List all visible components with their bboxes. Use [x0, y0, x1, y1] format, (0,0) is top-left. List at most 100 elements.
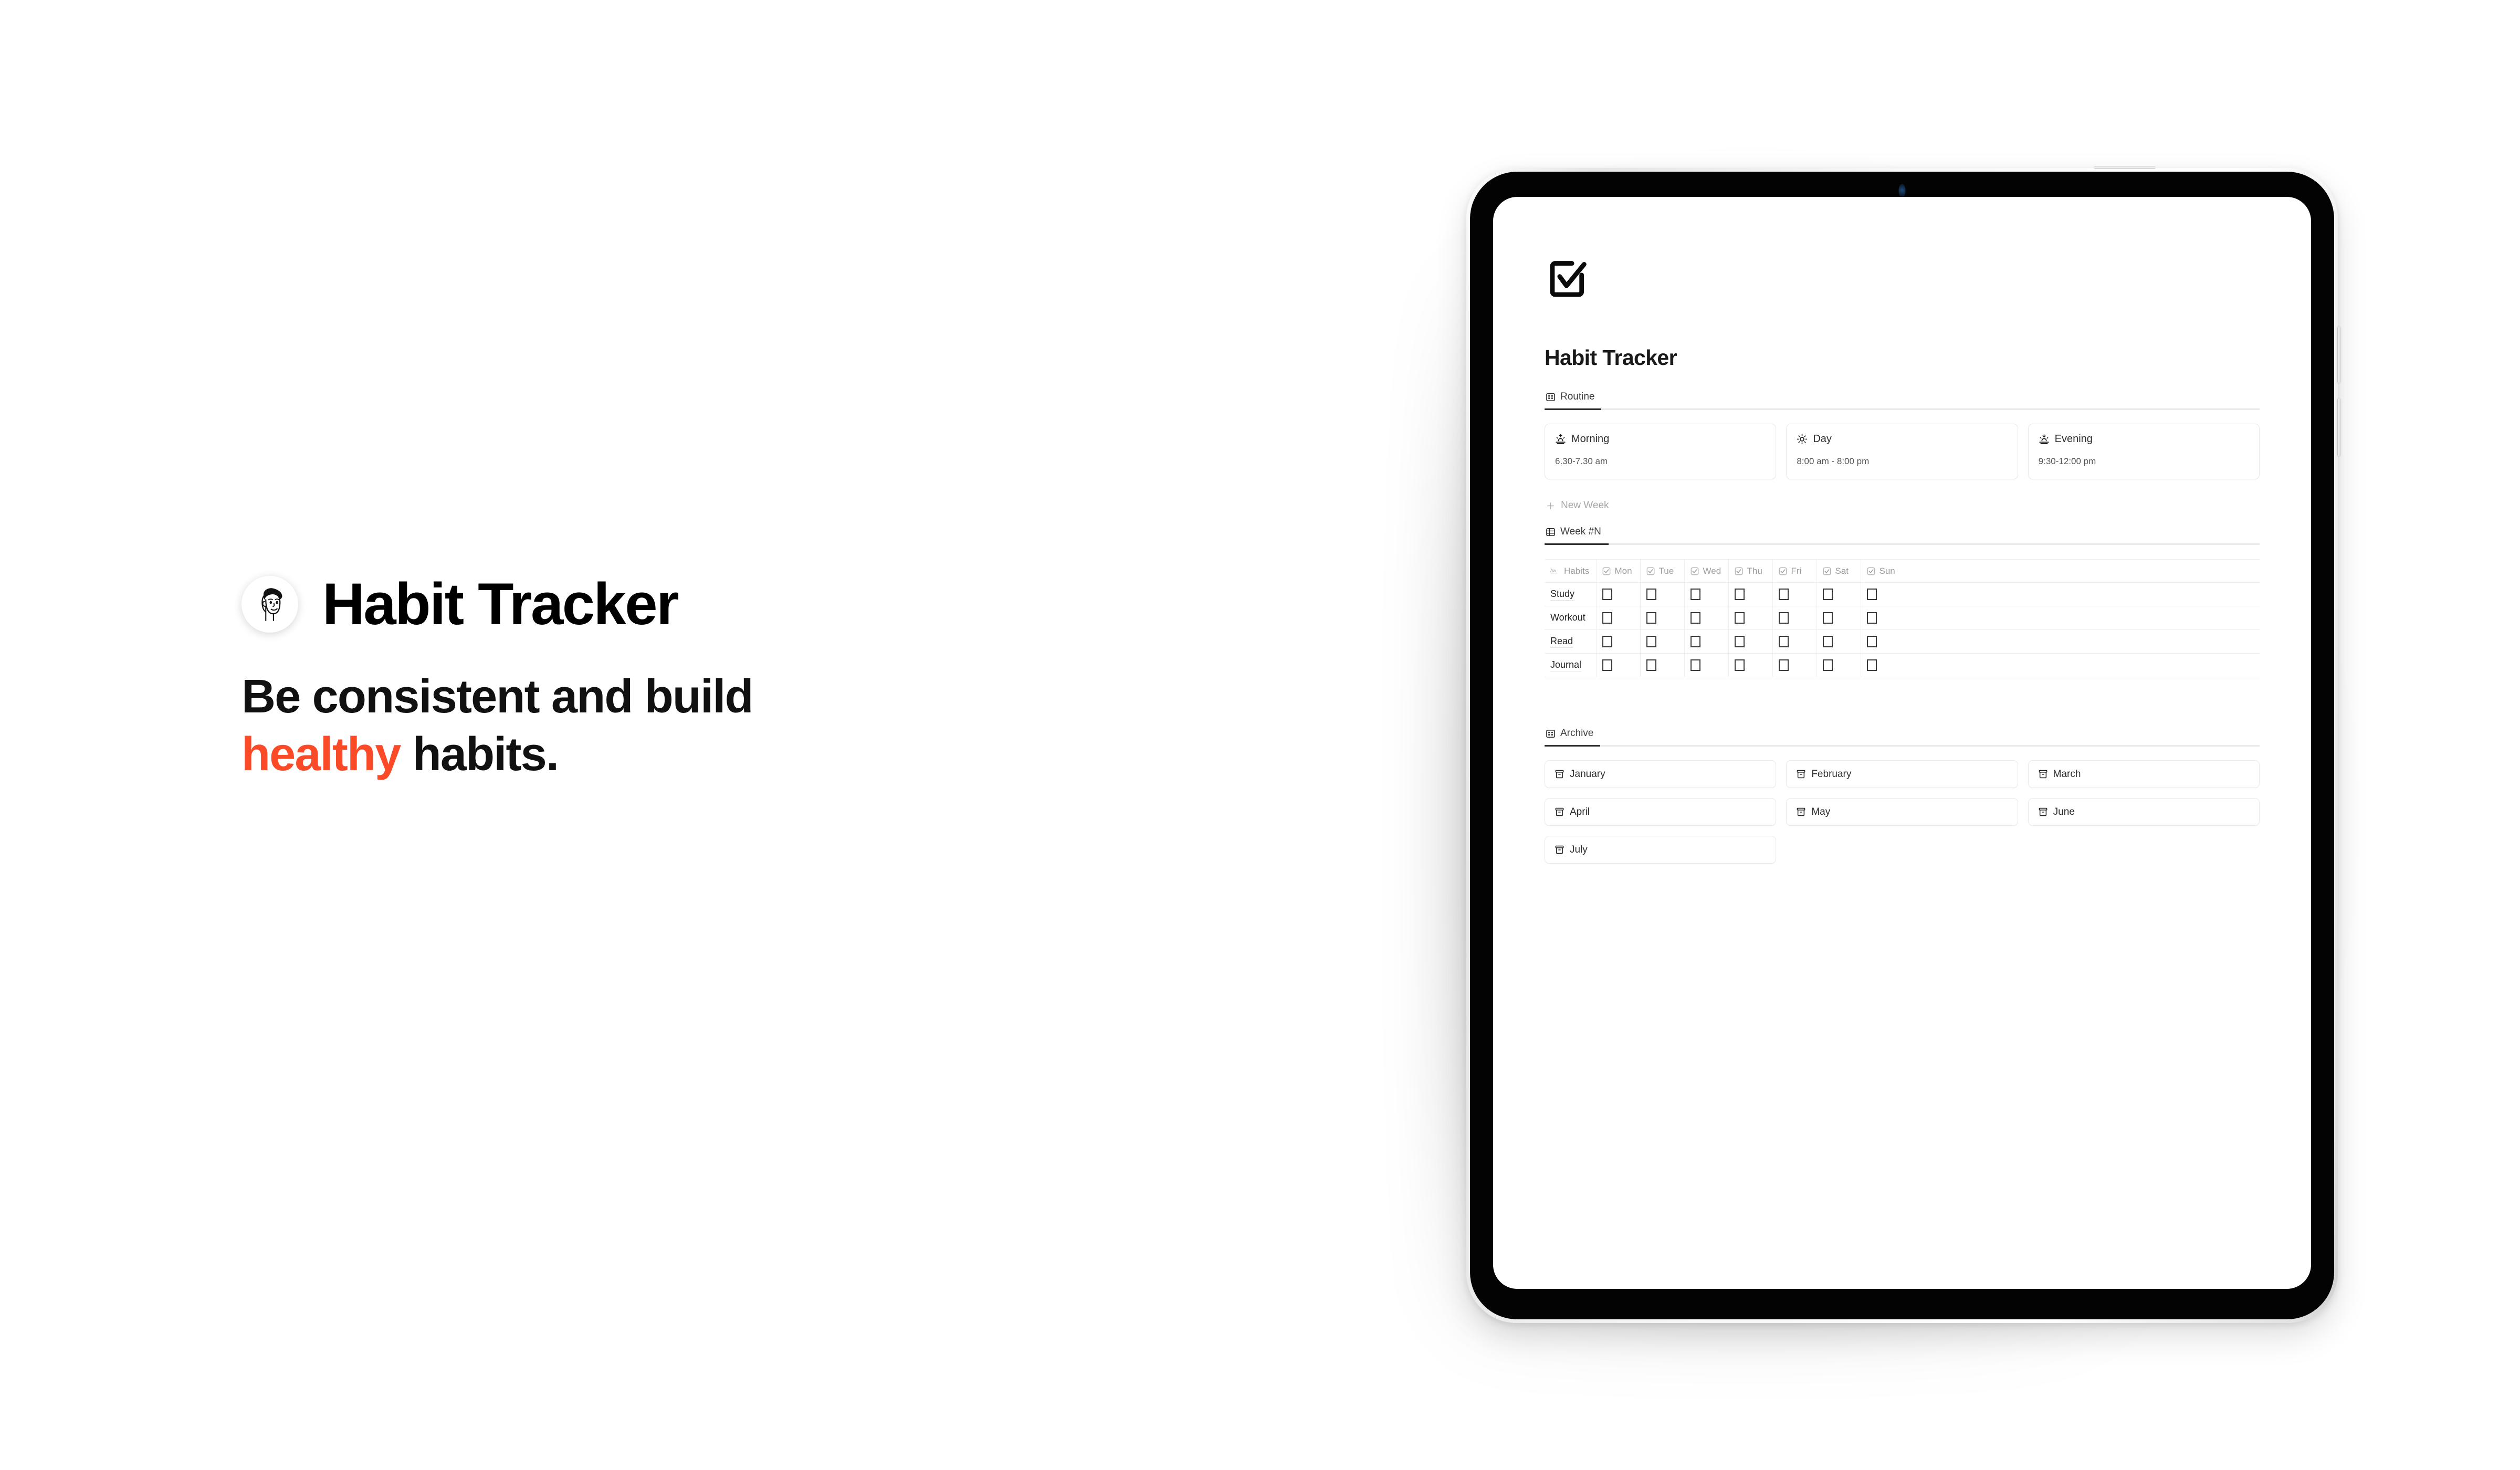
habit-check-cell[interactable]: [1728, 582, 1773, 606]
habit-name-cell[interactable]: Journal: [1545, 653, 1597, 677]
archive-card-march[interactable]: March: [2028, 760, 2260, 788]
habit-check-cell[interactable]: [1684, 582, 1729, 606]
column-header-wed[interactable]: Wed: [1684, 559, 1729, 583]
habit-check-cell[interactable]: [1861, 606, 2260, 630]
checkbox-unchecked-icon[interactable]: [1690, 589, 1700, 600]
habit-check-cell[interactable]: [1684, 629, 1729, 654]
habit-check-cell[interactable]: [1816, 629, 1861, 654]
habit-check-cell[interactable]: [1684, 606, 1729, 630]
habit-name-cell[interactable]: Read: [1545, 629, 1597, 654]
column-header-mon[interactable]: Mon: [1596, 559, 1641, 583]
checkbox-unchecked-icon[interactable]: [1734, 589, 1745, 600]
checkbox-unchecked-icon[interactable]: [1866, 612, 1877, 624]
habit-check-cell[interactable]: [1816, 606, 1861, 630]
routine-tab-row: Routine: [1545, 391, 2260, 408]
checkbox-unchecked-icon[interactable]: [1822, 589, 1833, 600]
archive-card-label: January: [1570, 768, 1605, 780]
habit-check-cell[interactable]: [1640, 629, 1685, 654]
checkbox-unchecked-icon[interactable]: [1866, 589, 1877, 600]
archive-card-july[interactable]: July: [1545, 836, 1777, 864]
tab-archive[interactable]: Archive: [1545, 728, 1595, 745]
checkbox-unchecked-icon[interactable]: [1778, 589, 1789, 600]
habit-check-cell[interactable]: [1728, 653, 1773, 677]
checkbox-unchecked-icon[interactable]: [1778, 636, 1789, 647]
checkbox-unchecked-icon[interactable]: [1646, 636, 1656, 647]
archive-tab-row: Archive: [1545, 728, 2260, 745]
checkbox-unchecked-icon[interactable]: [1822, 612, 1833, 624]
tablet-screen: Habit Tracker Routine Morning 6.30-7.30 …: [1493, 197, 2311, 1289]
routine-card-evening[interactable]: Evening 9:30-12:00 pm: [2028, 424, 2260, 479]
checkbox-unchecked-icon[interactable]: [1822, 636, 1833, 647]
habit-check-cell[interactable]: [1596, 582, 1641, 606]
habit-check-cell[interactable]: [1772, 606, 1817, 630]
habit-check-cell[interactable]: [1684, 653, 1729, 677]
habit-check-cell[interactable]: [1861, 653, 2260, 677]
tab-routine[interactable]: Routine: [1545, 391, 1597, 408]
habit-check-cell[interactable]: [1728, 629, 1773, 654]
week-tab-row: Week #N: [1545, 526, 2260, 543]
checkbox-unchecked-icon[interactable]: [1602, 589, 1612, 600]
promo-subtitle-accent: healthy: [242, 728, 401, 781]
checkbox-unchecked-icon[interactable]: [1734, 636, 1745, 647]
archive-card-april[interactable]: April: [1545, 798, 1777, 826]
routine-cards: Morning 6.30-7.30 am Day 8:00 am - 8:00 …: [1545, 424, 2260, 479]
habit-check-cell[interactable]: [1596, 629, 1641, 654]
column-header-tue[interactable]: Tue: [1640, 559, 1685, 583]
table-row: Study: [1545, 582, 2260, 606]
routine-card-time: 8:00 am - 8:00 pm: [1797, 456, 1870, 466]
archive-card-may[interactable]: May: [1786, 798, 2018, 826]
routine-card-morning[interactable]: Morning 6.30-7.30 am: [1545, 424, 1777, 479]
column-header-habits[interactable]: Aa Habits: [1545, 559, 1597, 583]
habit-check-cell[interactable]: [1728, 606, 1773, 630]
checkbox-unchecked-icon[interactable]: [1734, 659, 1745, 671]
habit-check-cell[interactable]: [1596, 606, 1641, 630]
archive-box-icon: [1797, 770, 1805, 779]
new-week-button[interactable]: New Week: [1545, 500, 2260, 511]
habit-check-cell[interactable]: [1772, 582, 1817, 606]
checkbox-unchecked-icon[interactable]: [1690, 636, 1700, 647]
routine-card-day[interactable]: Day 8:00 am - 8:00 pm: [1786, 424, 2018, 479]
habit-check-cell[interactable]: [1816, 653, 1861, 677]
habit-check-cell[interactable]: [1816, 582, 1861, 606]
column-header-fri[interactable]: Fri: [1772, 559, 1817, 583]
checkbox-unchecked-icon[interactable]: [1602, 636, 1612, 647]
checkbox-checked-icon: [1646, 567, 1654, 575]
checkbox-unchecked-icon[interactable]: [1646, 589, 1656, 600]
checkbox-unchecked-icon[interactable]: [1646, 612, 1656, 624]
volume-up-button[interactable]: [2337, 327, 2340, 383]
habit-check-cell[interactable]: [1861, 582, 2260, 606]
archive-card-january[interactable]: January: [1545, 760, 1777, 788]
habit-name-cell[interactable]: Study: [1545, 582, 1597, 606]
checkbox-unchecked-icon[interactable]: [1822, 659, 1833, 671]
habits-table-header-row: Aa Habits Mon Tue Wed Thu Fri Sat Sun: [1545, 559, 2260, 583]
checkbox-unchecked-icon[interactable]: [1646, 659, 1656, 671]
column-header-sat[interactable]: Sat: [1816, 559, 1861, 583]
checkbox-unchecked-icon[interactable]: [1690, 659, 1700, 671]
promo-subtitle-line1: Be consistent and build: [242, 670, 754, 723]
column-header-sun[interactable]: Sun: [1861, 559, 2260, 583]
checkbox-unchecked-icon[interactable]: [1778, 612, 1789, 624]
checkbox-unchecked-icon[interactable]: [1866, 659, 1877, 671]
habit-check-cell[interactable]: [1640, 653, 1685, 677]
power-button[interactable]: [2094, 166, 2156, 169]
checkbox-unchecked-icon[interactable]: [1602, 612, 1612, 624]
sunrise-icon: [1556, 434, 1566, 444]
column-header-thu[interactable]: Thu: [1728, 559, 1773, 583]
habit-name-cell[interactable]: Workout: [1545, 606, 1597, 630]
habit-check-cell[interactable]: [1640, 582, 1685, 606]
checkbox-unchecked-icon[interactable]: [1778, 659, 1789, 671]
habit-check-cell[interactable]: [1772, 629, 1817, 654]
checkbox-unchecked-icon[interactable]: [1690, 612, 1700, 624]
routine-card-header: Morning: [1555, 433, 1766, 445]
volume-down-button[interactable]: [2337, 398, 2340, 456]
archive-card-june[interactable]: June: [2028, 798, 2260, 826]
archive-card-february[interactable]: February: [1786, 760, 2018, 788]
checkbox-unchecked-icon[interactable]: [1866, 636, 1877, 647]
habit-check-cell[interactable]: [1596, 653, 1641, 677]
checkbox-unchecked-icon[interactable]: [1734, 612, 1745, 624]
tab-week[interactable]: Week #N: [1545, 526, 1603, 543]
habit-check-cell[interactable]: [1772, 653, 1817, 677]
checkbox-unchecked-icon[interactable]: [1602, 659, 1612, 671]
habit-check-cell[interactable]: [1861, 629, 2260, 654]
habit-check-cell[interactable]: [1640, 606, 1685, 630]
